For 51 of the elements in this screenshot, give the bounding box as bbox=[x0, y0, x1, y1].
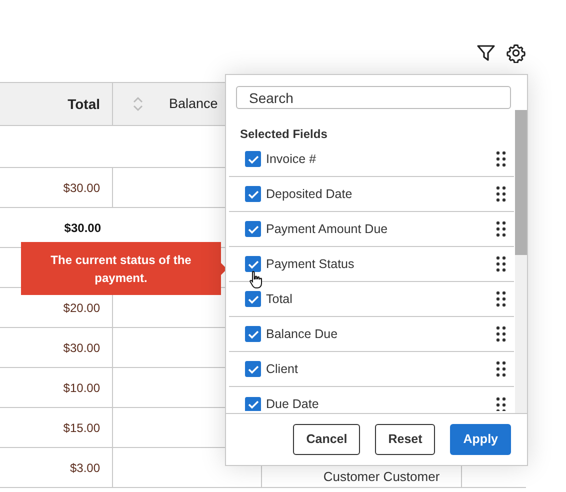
table-cell-text: Customer Customer bbox=[322, 469, 440, 484]
drag-handle-icon[interactable] bbox=[496, 256, 506, 272]
check-icon bbox=[248, 190, 258, 198]
field-label: Deposited Date bbox=[266, 186, 354, 203]
checkbox[interactable] bbox=[245, 361, 261, 377]
field-label: Client bbox=[266, 360, 299, 378]
total-cell-text: $10.00 bbox=[63, 380, 100, 396]
check-icon bbox=[248, 154, 258, 164]
total-cell-text: $15.00 bbox=[63, 420, 100, 436]
dialog-button[interactable]: Reset bbox=[375, 424, 436, 455]
search-field[interactable]: Search bbox=[236, 86, 511, 109]
drag-handle-icon[interactable] bbox=[496, 396, 506, 411]
dialog-button[interactable]: Cancel bbox=[293, 424, 360, 455]
scrollbar-thumb[interactable] bbox=[515, 110, 527, 255]
apply-button[interactable]: Apply bbox=[450, 424, 511, 455]
field-label: Due Date bbox=[266, 396, 320, 411]
check-icon bbox=[248, 364, 258, 374]
drag-handle-icon[interactable] bbox=[496, 291, 506, 307]
field-label: Balance Due bbox=[266, 326, 339, 343]
checkbox[interactable] bbox=[245, 396, 261, 411]
checkbox[interactable] bbox=[245, 186, 261, 202]
checkbox[interactable] bbox=[245, 221, 261, 237]
field-label: Payment Status bbox=[266, 256, 356, 273]
column-header[interactable]: Total bbox=[68, 94, 100, 114]
drag-handle-icon[interactable] bbox=[496, 221, 506, 237]
filter-icon[interactable] bbox=[476, 43, 496, 63]
drag-handle-icon[interactable] bbox=[496, 326, 506, 342]
check-icon bbox=[248, 260, 258, 268]
total-cell-text: $30.00 bbox=[63, 340, 100, 356]
drag-handle-icon[interactable] bbox=[496, 151, 506, 167]
check-icon bbox=[248, 400, 258, 409]
total-cell-text: $3.00 bbox=[70, 460, 100, 476]
field-label: Invoice # bbox=[266, 150, 318, 168]
field-label: Total bbox=[266, 290, 294, 308]
drag-handle-icon[interactable] bbox=[496, 361, 506, 377]
section-heading: Selected Fields bbox=[240, 126, 328, 143]
checkbox[interactable] bbox=[245, 256, 261, 272]
check-icon bbox=[248, 330, 258, 338]
checkbox[interactable] bbox=[245, 151, 261, 167]
check-icon bbox=[248, 294, 258, 304]
column-header[interactable]: Balance bbox=[169, 94, 218, 114]
checkbox[interactable] bbox=[245, 326, 261, 342]
subtotal-value: $30.00 bbox=[64, 220, 101, 236]
check-icon bbox=[248, 224, 258, 234]
hand-cursor-icon bbox=[249, 270, 265, 290]
drag-handle-icon[interactable] bbox=[496, 186, 506, 202]
checkbox[interactable] bbox=[245, 291, 261, 307]
field-label: Payment Amount Due bbox=[266, 220, 389, 238]
total-cell-text: $20.00 bbox=[63, 300, 100, 316]
settings-icon[interactable] bbox=[506, 43, 526, 63]
total-cell-text: $30.00 bbox=[63, 180, 100, 196]
